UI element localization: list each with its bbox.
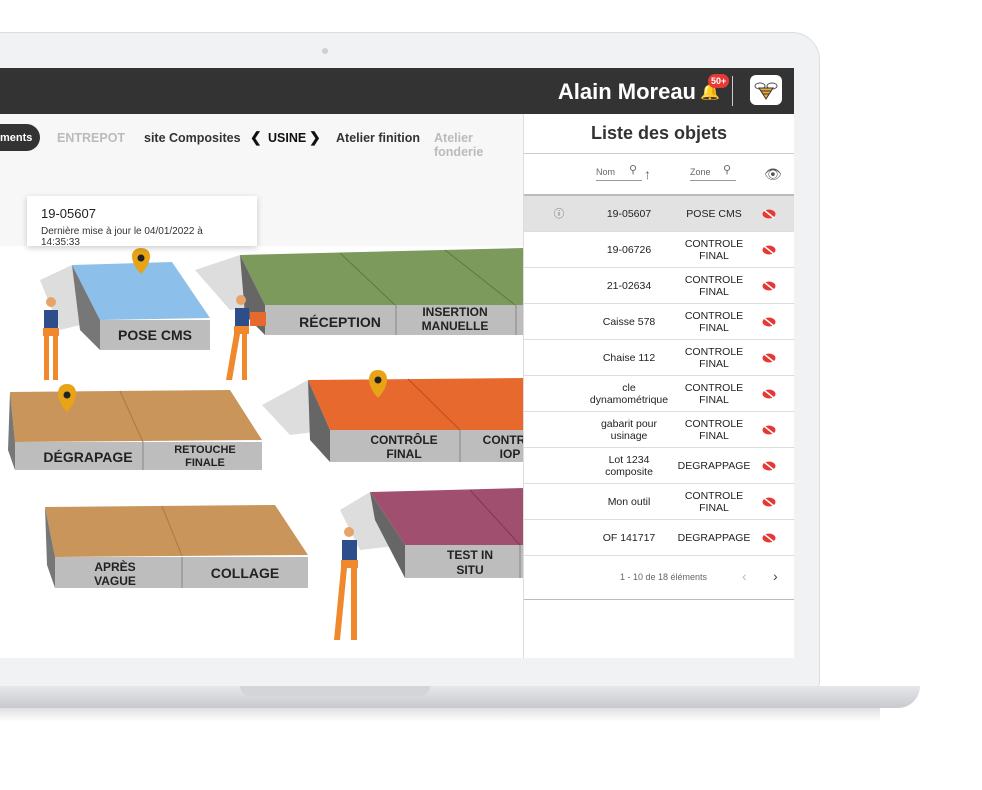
hidden-eye-icon[interactable] xyxy=(754,340,784,376)
tooltip-id: 19-05607 xyxy=(41,206,96,221)
svg-text:RÉCEPTION: RÉCEPTION xyxy=(299,314,381,330)
table-row[interactable]: 19-06726 CONTROLE FINAL xyxy=(524,232,794,268)
svg-text:COLLAGE: COLLAGE xyxy=(211,565,279,581)
row-nom: Caisse 578 xyxy=(602,316,656,328)
camera xyxy=(322,48,328,54)
svg-text:FINALE: FINALE xyxy=(185,457,225,469)
table-row[interactable]: Caisse 578 CONTROLE FINAL xyxy=(524,304,794,340)
svg-text:MANUELLE: MANUELLE xyxy=(422,319,489,333)
zone-filter[interactable]: Zone ⚲ xyxy=(690,164,736,181)
svg-text:VAGUE: VAGUE xyxy=(94,574,136,588)
row-nom: gabarit pour usinage xyxy=(600,418,658,442)
row-zone: CONTROLE FINAL xyxy=(684,274,744,298)
object-list-panel: Liste des objets Nom ⚲ ↑ Zone ⚲ 👁 ⓘ 19-0560… xyxy=(523,114,794,658)
zone-controle-final[interactable]: CONTRÔLEFINAL xyxy=(308,378,524,462)
chevron-right-icon[interactable]: ❯ xyxy=(309,129,321,146)
search-icon[interactable]: ⚲ xyxy=(629,163,637,176)
tooltip-updated: Dernière mise à jour le 04/01/2022 à 14:… xyxy=(41,226,203,248)
pagination-label: 1 - 10 de 18 éléments xyxy=(620,572,708,582)
sort-asc-icon[interactable]: ↑ xyxy=(644,166,651,182)
notification-badge: 50+ xyxy=(708,74,730,88)
table-row[interactable]: Mon outil CONTROLE FINAL xyxy=(524,484,794,520)
row-zone: CONTROLE FINAL xyxy=(684,346,744,370)
hidden-eye-icon[interactable] xyxy=(754,232,784,268)
prev-page-icon[interactable]: ‹ xyxy=(742,568,747,584)
nav-usine[interactable]: USINE xyxy=(268,131,306,145)
hidden-eye-icon[interactable] xyxy=(754,376,784,412)
user-name[interactable]: Alain Moreau xyxy=(558,79,696,105)
svg-text:RETOUCHE: RETOUCHE xyxy=(174,444,236,456)
chevron-left-icon[interactable]: ❮ xyxy=(250,129,262,146)
table-row[interactable]: Lot 1234 composite DEGRAPPAGE xyxy=(524,448,794,484)
top-bar: Alain Moreau 🔔 50+ xyxy=(0,68,794,114)
svg-text:TEST IN: TEST IN xyxy=(447,548,493,562)
table-row[interactable]: Chaise 112 CONTROLE FINAL xyxy=(524,340,794,376)
bee-logo-icon[interactable] xyxy=(750,75,782,105)
nav-atelier-fonderie[interactable]: Atelier fonderie xyxy=(434,131,524,159)
row-zone: DEGRAPPAGE xyxy=(677,532,751,544)
svg-text:FINAL: FINAL xyxy=(386,447,421,461)
svg-text:SITU: SITU xyxy=(456,563,483,577)
table-row[interactable]: ⓘ 19-05607 POSE CMS xyxy=(524,196,794,232)
svg-text:POSE CMS: POSE CMS xyxy=(118,327,192,343)
svg-text:INSERTION: INSERTION xyxy=(422,305,487,319)
panel-title: Liste des objets xyxy=(524,114,794,154)
pagination: 1 - 10 de 18 éléments ‹ › xyxy=(524,556,794,600)
zone-collage[interactable]: COLLAGE xyxy=(211,565,279,581)
zone-insertion-manuelle[interactable]: INSERTION MANUELLE xyxy=(422,305,489,333)
row-zone: DEGRAPPAGE xyxy=(677,460,751,472)
nav-site-composites[interactable]: site Composites xyxy=(144,131,241,145)
visibility-toggle-icon[interactable]: 👁 xyxy=(764,166,782,183)
svg-text:CONTRÔLE: CONTRÔLE xyxy=(370,432,437,447)
hidden-eye-icon[interactable] xyxy=(754,196,784,232)
hidden-eye-icon[interactable] xyxy=(754,484,784,520)
next-page-icon[interactable]: › xyxy=(773,568,778,584)
hidden-eye-icon[interactable] xyxy=(754,412,784,448)
table-row[interactable]: gabarit pour usinage CONTROLE FINAL xyxy=(524,412,794,448)
row-nom: cle dynamométrique xyxy=(589,382,669,406)
row-zone: CONTROLE FINAL xyxy=(684,310,744,334)
table-row[interactable]: OF 141717 DEGRAPPAGE xyxy=(524,520,794,556)
factory-map: POSE CMS RÉCEPTION INSERTION MANUELLE DÉ… xyxy=(0,246,524,658)
svg-text:DÉGRAPAGE: DÉGRAPAGE xyxy=(43,449,132,465)
nav-pill[interactable]: ments xyxy=(0,124,40,151)
nav-entrepot[interactable]: ENTREPOT xyxy=(57,131,125,145)
row-zone: CONTROLE FINAL xyxy=(684,382,744,406)
object-tooltip: 19-05607 Dernière mise à jour le 04/01/2… xyxy=(27,196,257,248)
search-icon[interactable]: ⚲ xyxy=(723,163,731,176)
row-zone: CONTROLE FINAL xyxy=(684,490,744,514)
hidden-eye-icon[interactable] xyxy=(754,448,784,484)
row-zone: POSE CMS xyxy=(686,208,742,220)
row-zone: CONTROLE FINAL xyxy=(684,238,744,262)
row-nom: 21-02634 xyxy=(606,280,652,292)
svg-text:APRÈS: APRÈS xyxy=(94,559,135,574)
laptop-notch xyxy=(240,686,430,696)
hidden-eye-icon[interactable] xyxy=(754,268,784,304)
table-row[interactable]: cle dynamométrique CONTROLE FINAL xyxy=(524,376,794,412)
table-row[interactable]: 21-02634 CONTROLE FINAL xyxy=(524,268,794,304)
row-nom: Mon outil xyxy=(607,496,651,508)
table-header: Nom ⚲ ↑ Zone ⚲ 👁 xyxy=(524,154,794,196)
breadcrumb-nav: ments ENTREPOT site Composites ❮ USINE ❯… xyxy=(0,114,524,160)
row-zone: CONTROLE FINAL xyxy=(684,418,744,442)
row-nom: 19-06726 xyxy=(606,244,652,256)
nom-filter[interactable]: Nom ⚲ xyxy=(596,164,642,181)
hidden-eye-icon[interactable] xyxy=(754,304,784,340)
nav-atelier-finition[interactable]: Atelier finition xyxy=(336,131,420,145)
laptop-base xyxy=(0,686,920,708)
row-nom: 19-05607 xyxy=(606,208,652,220)
row-nom: OF 141717 xyxy=(602,532,656,544)
row-nom: Chaise 112 xyxy=(602,352,656,364)
app-screen: Alain Moreau 🔔 50+ ments ENTREPOT site C… xyxy=(0,68,794,658)
row-nom: Lot 1234 composite xyxy=(605,454,653,478)
hidden-eye-icon[interactable] xyxy=(754,520,784,556)
info-icon[interactable]: ⓘ xyxy=(546,196,572,232)
svg-text:IOP: IOP xyxy=(500,447,521,461)
svg-text:CONTR: CONTR xyxy=(483,433,524,447)
